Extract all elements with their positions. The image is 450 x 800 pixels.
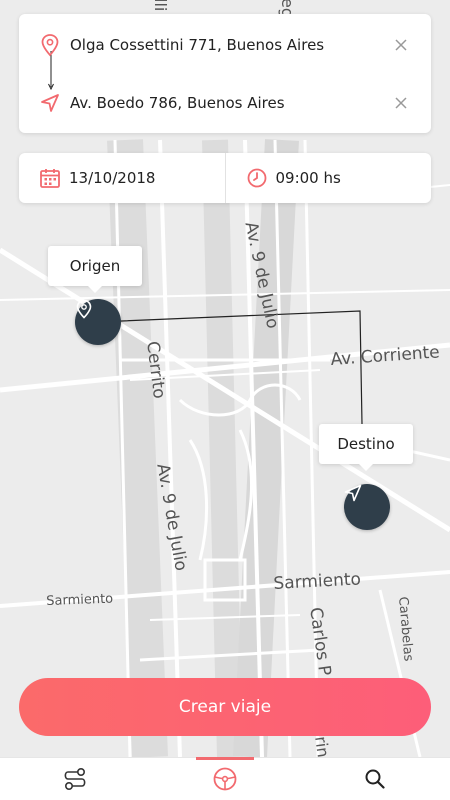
date-picker[interactable]: 13/10/2018 — [19, 153, 225, 203]
origin-address: Olga Cossettini 771, Buenos Aires — [70, 36, 325, 54]
steering-wheel-icon — [213, 767, 237, 791]
location-pin-icon — [41, 34, 59, 57]
bottom-tab-bar — [0, 757, 450, 800]
clear-origin-icon[interactable] — [393, 37, 409, 53]
create-trip-button[interactable]: Crear viaje — [19, 678, 431, 736]
destination-row[interactable]: Av. Boedo 786, Buenos Aires — [19, 83, 431, 123]
clear-destination-icon[interactable] — [393, 95, 409, 111]
tab-search[interactable] — [300, 758, 450, 800]
street-label-sarmiento-left: Sarmiento — [46, 591, 114, 609]
time-value: 09:00 hs — [275, 169, 341, 187]
tab-routes[interactable] — [0, 758, 150, 800]
navigation-arrow-icon — [41, 94, 59, 112]
time-picker[interactable]: 09:00 hs — [224, 153, 432, 203]
route-card: Olga Cossettini 771, Buenos Aires Av. Bo… — [19, 14, 431, 133]
destination-tooltip-label: Destino — [337, 435, 395, 453]
clock-icon — [247, 168, 266, 188]
origin-tooltip: Origen — [48, 246, 142, 293]
destination-tooltip: Destino — [319, 424, 413, 471]
origin-tooltip-label: Origen — [69, 257, 121, 275]
calendar-icon — [40, 169, 60, 188]
date-value: 13/10/2018 — [69, 169, 156, 187]
location-pin-icon — [76, 299, 92, 319]
destination-marker[interactable] — [344, 484, 390, 530]
navigation-arrow-icon — [344, 484, 362, 502]
search-icon — [365, 769, 385, 789]
schedule-card: 13/10/2018 09:00 hs — [19, 153, 431, 203]
street-label-top-1: lli — [151, 0, 170, 12]
destination-address: Av. Boedo 786, Buenos Aires — [70, 94, 285, 112]
active-tab-indicator — [196, 757, 254, 760]
street-label-rin: rin — [311, 735, 333, 757]
tab-drive[interactable] — [150, 757, 300, 800]
origin-row[interactable]: Olga Cossettini 771, Buenos Aires — [19, 25, 431, 65]
origin-marker[interactable] — [75, 299, 121, 345]
route-icon — [64, 767, 86, 791]
